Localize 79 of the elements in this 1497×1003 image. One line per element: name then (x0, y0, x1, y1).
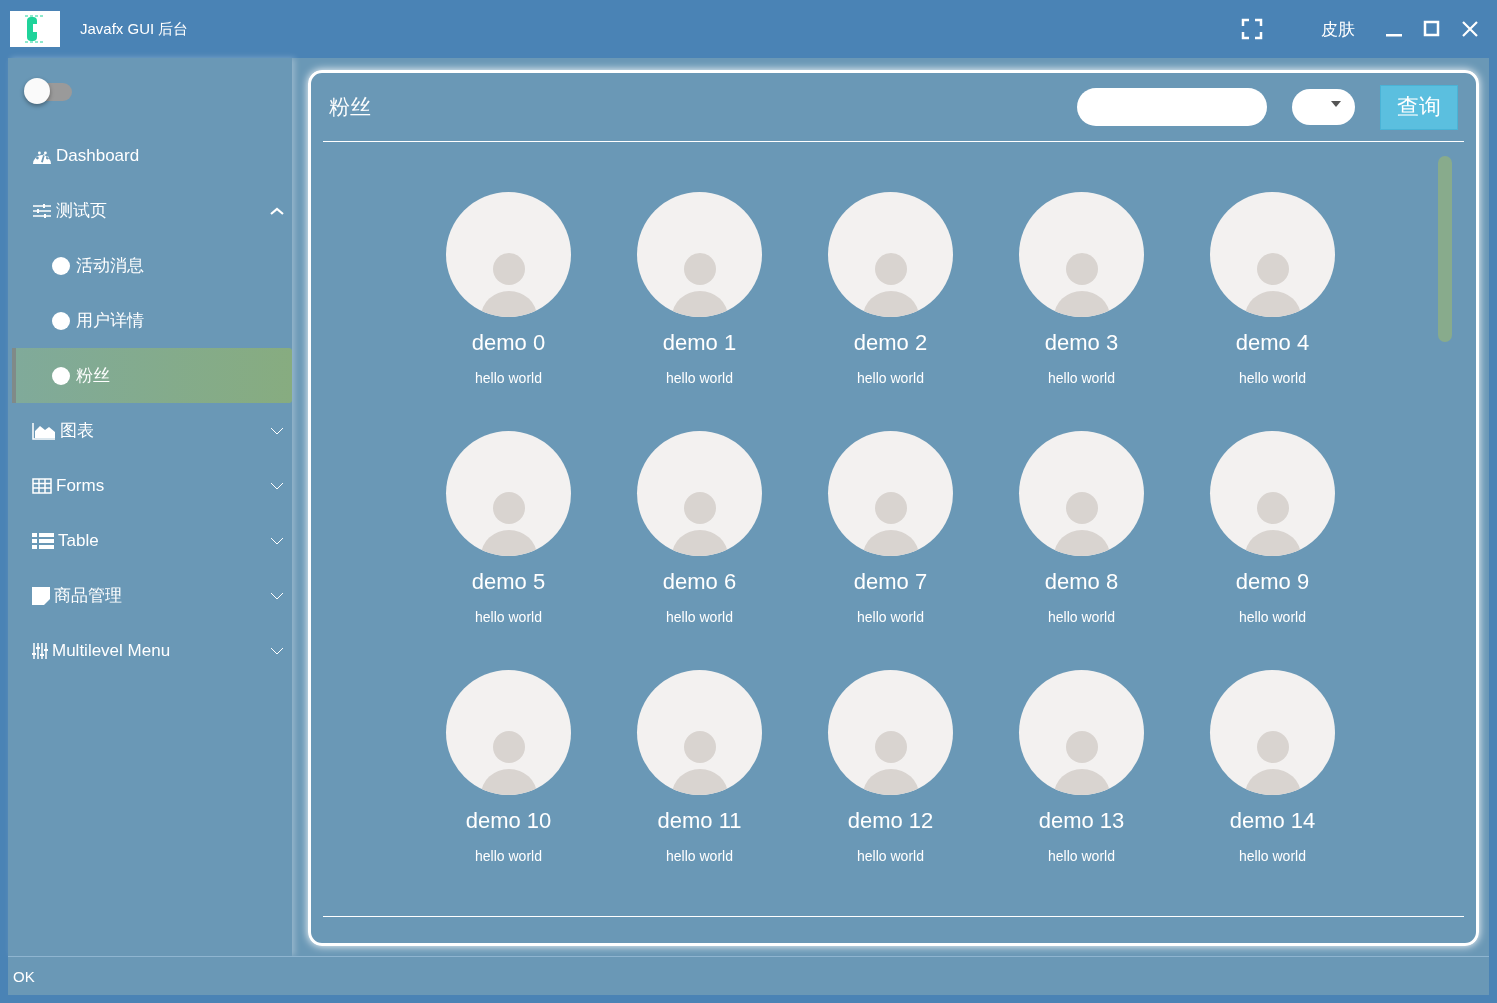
fan-name: demo 14 (1229, 808, 1316, 834)
query-button[interactable]: 查询 (1380, 84, 1458, 130)
close-icon[interactable] (1461, 20, 1479, 38)
menu-label: Table (58, 530, 99, 551)
search-field[interactable] (1077, 88, 1267, 126)
menu-item[interactable]: Dashboard (8, 128, 292, 183)
fan-name: demo 0 (471, 330, 546, 356)
menu-label: Forms (56, 475, 105, 496)
fan-name: demo 10 (465, 808, 552, 834)
fan-name: demo 13 (1038, 808, 1125, 834)
fan-subtitle: hello world (475, 370, 542, 386)
status-text: OK (13, 967, 35, 985)
fan-subtitle: hello world (1048, 370, 1115, 386)
chevron-icon (270, 426, 284, 435)
area-chart-icon (32, 421, 56, 440)
dropdown[interactable] (1292, 89, 1355, 125)
menu-label: 用户详情 (76, 310, 144, 332)
circle-icon (52, 256, 70, 275)
chevron-icon (270, 591, 284, 600)
fan-subtitle: hello world (475, 609, 542, 625)
fan-name: demo 5 (471, 569, 546, 595)
fan-subtitle: hello world (666, 848, 733, 864)
submenu-item[interactable]: 活动消息 (8, 238, 292, 293)
caret-icon (1331, 101, 1341, 107)
fan-name: demo 9 (1235, 569, 1310, 595)
fan-name: demo 2 (853, 330, 928, 356)
chevron-icon (270, 646, 284, 655)
fan-subtitle: hello world (475, 848, 542, 864)
toggle-switch[interactable] (24, 78, 72, 104)
fan-subtitle: hello world (857, 848, 924, 864)
fan-name: demo 8 (1044, 569, 1119, 595)
fan-subtitle: hello world (1239, 370, 1306, 386)
grid-icon (32, 477, 52, 494)
menu-label: 商品管理 (54, 585, 122, 607)
fan-name: demo 6 (662, 569, 737, 595)
menu-label: Multilevel Menu (52, 640, 171, 661)
menu-item[interactable]: Table (8, 513, 292, 568)
menu-label: Dashboard (56, 145, 140, 166)
circle-icon (52, 311, 70, 330)
menu-label: 测试页 (56, 200, 107, 222)
menu-label: 图表 (60, 420, 94, 442)
menu-item[interactable]: Forms (8, 458, 292, 513)
menu-item[interactable]: Multilevel Menu (8, 623, 292, 678)
menu-item[interactable]: 图表 (8, 403, 292, 458)
logo-icon (10, 11, 60, 47)
fan-name: demo 11 (657, 808, 742, 834)
fan-name: demo 4 (1235, 330, 1310, 356)
fan-subtitle: hello world (666, 370, 733, 386)
note-icon (32, 586, 50, 605)
sliders-icon (32, 641, 48, 660)
maximize-icon[interactable] (1423, 20, 1441, 38)
menu-label: 粉丝 (76, 365, 110, 387)
scrollbar[interactable] (1438, 156, 1452, 342)
fan-subtitle: hello world (857, 609, 924, 625)
circle-icon (52, 366, 70, 385)
fan-subtitle: hello world (1048, 609, 1115, 625)
fan-name: demo 7 (853, 569, 928, 595)
menu-item[interactable]: 测试页 (8, 183, 292, 238)
fan-subtitle: hello world (857, 370, 924, 386)
fullscreen-icon[interactable] (1241, 18, 1263, 40)
list-icon (32, 532, 54, 549)
fan-name: demo 12 (847, 808, 934, 834)
sliders-icon (32, 202, 52, 219)
chevron-icon (270, 536, 284, 545)
chevron-icon (270, 481, 284, 490)
menu-label: 活动消息 (76, 255, 144, 277)
skin-button[interactable]: 皮肤 (1321, 17, 1355, 41)
fan-subtitle: hello world (1239, 609, 1306, 625)
fan-name: demo 1 (662, 330, 737, 356)
submenu-item[interactable]: 粉丝 (12, 348, 292, 403)
chevron-icon (270, 206, 284, 215)
fan-name: demo 3 (1044, 330, 1119, 356)
fan-subtitle: hello world (666, 609, 733, 625)
window-title: Javafx GUI 后台 (80, 19, 189, 39)
menu-item[interactable]: 商品管理 (8, 568, 292, 623)
fan-subtitle: hello world (1239, 848, 1306, 864)
page-title: 粉丝 (329, 94, 371, 120)
submenu-item[interactable]: 用户详情 (8, 293, 292, 348)
fan-subtitle: hello world (1048, 848, 1115, 864)
